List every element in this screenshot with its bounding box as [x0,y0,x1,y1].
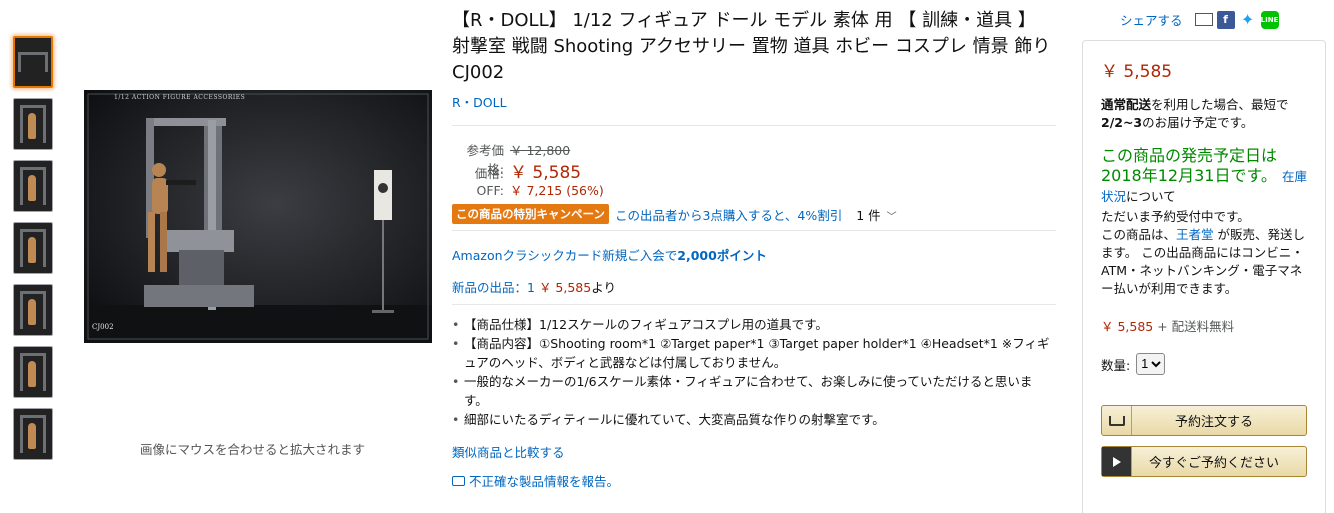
line-icon[interactable]: LINE [1260,10,1279,29]
divider [452,125,1056,126]
shipping-info: 通常配送を利用した場合、最短で 2/2~3のお届け予定です。 [1101,96,1307,132]
speech-bubble-icon [452,475,465,486]
thumbnail-strip [13,36,53,470]
zoom-hint: 画像にマウスを合わせると拡大されます [140,442,366,457]
play-icon [1102,447,1132,476]
product-details: 【R・DOLL】 1/12 フィギュア ドール モデル 素体 用 【 訓練・道具… [452,8,1058,490]
chevron-down-icon: ﹀ [886,211,897,223]
feature-bullet: 一般的なメーカーの1/6スケール素体・フィギュアに合わせて、お楽しみに使っていた… [452,372,1052,410]
price-secondary: ￥ 5,585 [1101,319,1154,334]
image-code-text: CJ002 [92,323,114,331]
quantity-select[interactable]: 1 [1136,353,1166,375]
thumbnail-3[interactable] [13,160,53,212]
compare-link[interactable]: 類似商品と比較する [452,445,565,460]
off-label: OFF: [476,183,504,198]
buy-box: ￥ 5,585 通常配送を利用した場合、最短で 2/2~3のお届け予定です。 こ… [1082,40,1326,513]
discount-amount: ￥ 7,215 (56%) [510,183,604,198]
thumbnail-7[interactable] [13,408,53,460]
shipping-suffix: のお届け予定です。 [1142,115,1254,130]
product-photo [84,90,432,343]
shipping-bold: 通常配送 [1101,97,1152,112]
shipping-free: + 配送料無料 [1153,319,1235,334]
new-offers-link[interactable]: 新品の出品：1 [452,280,535,295]
brand-link[interactable]: R・DOLL [452,92,507,111]
price-shipping: ￥ 5,585 + 配送料無料 [1101,316,1307,335]
preorder-button-label: 予約注文する [1174,415,1253,430]
quantity-label: 数量: [1101,357,1131,373]
preorder-info: ただいま予約受付中です。 この商品は、王者堂 が販売、発送します。 この出品商品… [1101,208,1307,298]
report-link-text: 不正確な製品情報を報告。 [469,474,620,489]
new-offers-suffix: より [591,280,616,295]
thumbnail-1[interactable] [13,36,53,88]
card-offer-points: 2,000ポイント [677,248,767,263]
mail-icon[interactable] [1194,13,1213,26]
release-text: この商品の発売予定日は2018年12月31日です。 [1101,146,1278,185]
price-table: 参考価格: ￥ 12,800 価格: ￥ 5,585 OFF: ￥ 7,215 … [452,140,1058,198]
ref-price: ￥ 12,800 [510,143,571,158]
promo-link[interactable]: この出品者から3点購入すると、4%割引 [615,205,842,224]
feature-bullet: 【商品仕様】1/12スケールのフィギュアコスプレ用の道具です。 [452,315,1052,334]
promotion-row: この商品の特別キャンペーン この出品者から3点購入すると、4%割引 1 件 ﹀ [452,204,1058,224]
promo-badge: この商品の特別キャンペーン [452,204,609,224]
release-date: この商品の発売予定日は2018年12月31日です。 在庫状況について [1101,146,1307,206]
new-offers-price: ￥ 5,585 [538,280,592,295]
seller-link[interactable]: 王者堂 [1176,227,1214,242]
buy-now-button-label: 今すぐご予約ください [1148,456,1279,471]
preorder-button[interactable]: 予約注文する [1101,405,1307,436]
cart-icon [1102,406,1132,435]
feature-bullets: 【商品仕様】1/12スケールのフィギュアコスプレ用の道具です。 【商品内容】①S… [452,315,1052,429]
shipping-text: を利用した場合、最短で [1151,97,1289,112]
card-offer-link[interactable]: Amazonクラシックカード新規ご入会で2,000ポイント [452,245,1058,264]
image-header-text: 1/12 ACTION FIGURE ACCESSORIES [114,94,246,101]
preorder-text: ただいま予約受付中です。 [1101,209,1250,224]
thumbnail-5[interactable] [13,284,53,336]
thumbnail-6[interactable] [13,346,53,398]
share-label[interactable]: シェアする [1120,10,1183,29]
divider [452,304,1056,305]
report-link[interactable]: 不正確な製品情報を報告。 [452,471,1058,490]
buy-now-button[interactable]: 今すぐご予約ください [1101,446,1307,477]
quantity-row: 数量: 1 [1101,353,1307,375]
thumbnail-4[interactable] [13,222,53,274]
facebook-icon[interactable]: f [1216,10,1235,29]
thumbnail-2[interactable] [13,98,53,150]
price-label: 価格: [474,166,504,181]
shipping-date: 2/2~3 [1101,115,1143,130]
twitter-icon[interactable]: ✦ [1239,10,1257,29]
promo-count-toggle[interactable]: 1 件 ﹀ [856,205,896,224]
stock-suffix: について [1126,189,1176,204]
feature-bullet: 【商品内容】①Shooting room*1 ②Target paper*1 ③… [452,334,1052,372]
product-title: 【R・DOLL】 1/12 フィギュア ドール モデル 素体 用 【 訓練・道具… [452,10,1051,83]
feature-bullet: 細部にいたるディティールに優れていて、大変高品質な作りの射撃室です。 [452,410,1052,429]
buybox-price: ￥ 5,585 [1101,62,1173,82]
seller-prefix: この商品は、 [1101,227,1177,242]
share-bar: シェアする f ✦ LINE [1120,10,1283,29]
card-offer-prefix: Amazonクラシックカード新規ご入会で [452,248,678,263]
divider [452,230,1056,231]
main-product-image[interactable]: 1/12 ACTION FIGURE ACCESSORIES CJ002 [84,90,432,343]
new-offers: 新品の出品：1 ￥ 5,585より [452,277,1058,296]
promo-count: 1 件 [856,207,881,223]
